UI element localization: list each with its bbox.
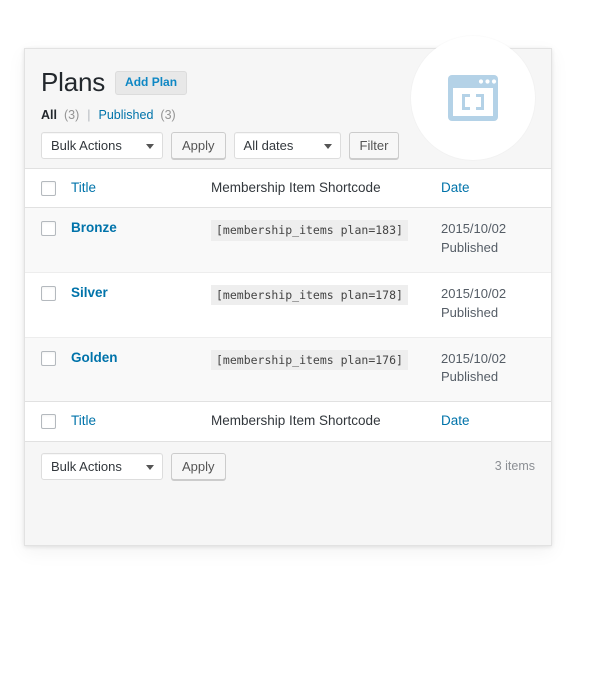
table-header-row: Title Membership Item Shortcode Date <box>25 168 551 209</box>
select-all-checkbox-top[interactable] <box>41 181 56 197</box>
row-shortcode[interactable]: [membership_items plan=176] <box>211 349 408 370</box>
table-body: Bronze [membership_items plan=183] 2015/… <box>25 207 551 402</box>
row-title-cell: Golden <box>71 337 211 402</box>
row-shortcode-cell: [membership_items plan=176] <box>211 337 441 402</box>
column-header-date: Date <box>441 168 551 209</box>
feature-badge <box>411 36 535 160</box>
column-footer-shortcode: Membership Item Shortcode <box>211 401 441 442</box>
column-footer-title: Title <box>71 401 211 442</box>
filter-all-label[interactable]: All <box>41 108 57 122</box>
table-row[interactable]: Silver [membership_items plan=178] 2015/… <box>25 272 551 338</box>
bulk-actions-select-top-value: Bulk Actions <box>51 138 122 154</box>
row-date: 2015/10/02 <box>441 221 507 237</box>
row-status: Published <box>441 240 499 256</box>
apply-button-top[interactable]: Apply <box>171 132 226 160</box>
row-date-cell: 2015/10/02 Published <box>441 272 551 338</box>
row-checkbox[interactable] <box>41 286 56 301</box>
row-checkbox-cell <box>25 207 71 273</box>
row-date: 2015/10/02 <box>441 285 507 301</box>
bulk-actions-select-bottom-value: Bulk Actions <box>51 459 122 475</box>
row-title-cell: Bronze <box>71 207 211 273</box>
row-checkbox[interactable] <box>41 221 56 237</box>
row-title-cell: Silver <box>71 272 211 338</box>
row-checkbox-cell <box>25 272 71 338</box>
column-header-title: Title <box>71 168 211 209</box>
screen-root: Plans Add Plan All (3) | Published (3) B… <box>0 0 602 681</box>
column-header-shortcode-label: Membership Item Shortcode <box>211 180 381 196</box>
chevron-down-icon <box>323 143 332 149</box>
row-status: Published <box>441 369 499 385</box>
column-footer-title-link[interactable]: Title <box>71 413 96 428</box>
table-row[interactable]: Bronze [membership_items plan=183] 2015/… <box>25 207 551 273</box>
row-status: Published <box>441 304 499 320</box>
row-title-link[interactable]: Silver <box>71 285 108 300</box>
row-checkbox-cell <box>25 337 71 402</box>
row-checkbox[interactable] <box>41 350 56 366</box>
row-date-cell: 2015/10/02 Published <box>441 337 551 402</box>
column-header-title-link[interactable]: Title <box>71 180 96 195</box>
select-all-checkbox-bottom[interactable] <box>41 414 56 430</box>
column-footer-date: Date <box>441 401 551 442</box>
filter-separator: | <box>87 108 91 123</box>
date-filter-select-value: All dates <box>243 138 294 154</box>
column-header-date-link[interactable]: Date <box>441 180 470 195</box>
select-all-footer-cell <box>25 401 71 442</box>
row-shortcode[interactable]: [membership_items plan=183] <box>211 220 408 241</box>
row-date: 2015/10/02 <box>441 350 507 366</box>
filter-button[interactable]: Filter <box>348 132 400 160</box>
add-plan-button[interactable]: Add Plan <box>115 70 188 95</box>
row-shortcode-cell: [membership_items plan=178] <box>211 272 441 338</box>
row-shortcode-cell: [membership_items plan=183] <box>211 207 441 273</box>
shortcode-window-icon <box>445 70 501 126</box>
row-shortcode[interactable]: [membership_items plan=178] <box>211 284 408 306</box>
filter-published-label[interactable]: Published <box>99 108 154 122</box>
row-title-link[interactable]: Golden <box>71 350 118 365</box>
row-date-cell: 2015/10/02 Published <box>441 207 551 273</box>
chevron-down-icon <box>146 464 154 470</box>
toolbar-bottom: Bulk Actions Apply 3 items <box>25 442 551 496</box>
items-count: 3 items <box>494 459 535 474</box>
row-title-link[interactable]: Bronze <box>71 220 117 235</box>
table-foot: Title Membership Item Shortcode Date <box>25 401 551 442</box>
table-row[interactable]: Golden [membership_items plan=176] 2015/… <box>25 337 551 402</box>
table-head: Title Membership Item Shortcode Date <box>25 168 551 209</box>
plans-table: Title Membership Item Shortcode Date Bro… <box>25 168 551 443</box>
apply-button-bottom[interactable]: Apply <box>171 453 226 481</box>
page-title: Plans <box>41 67 106 97</box>
table-footer-row: Title Membership Item Shortcode Date <box>25 401 551 442</box>
chevron-down-icon <box>146 143 154 149</box>
bulk-actions-select-bottom[interactable]: Bulk Actions <box>41 453 163 481</box>
date-filter-select[interactable]: All dates <box>233 132 341 160</box>
filter-all-count: (3) <box>63 108 80 123</box>
bulk-actions-select-top[interactable]: Bulk Actions <box>41 132 163 160</box>
select-all-header-cell <box>25 168 71 209</box>
column-header-shortcode: Membership Item Shortcode <box>211 168 441 209</box>
filter-published-count: (3) <box>160 108 176 123</box>
column-footer-date-link[interactable]: Date <box>441 413 470 428</box>
column-footer-shortcode-label: Membership Item Shortcode <box>211 413 381 429</box>
